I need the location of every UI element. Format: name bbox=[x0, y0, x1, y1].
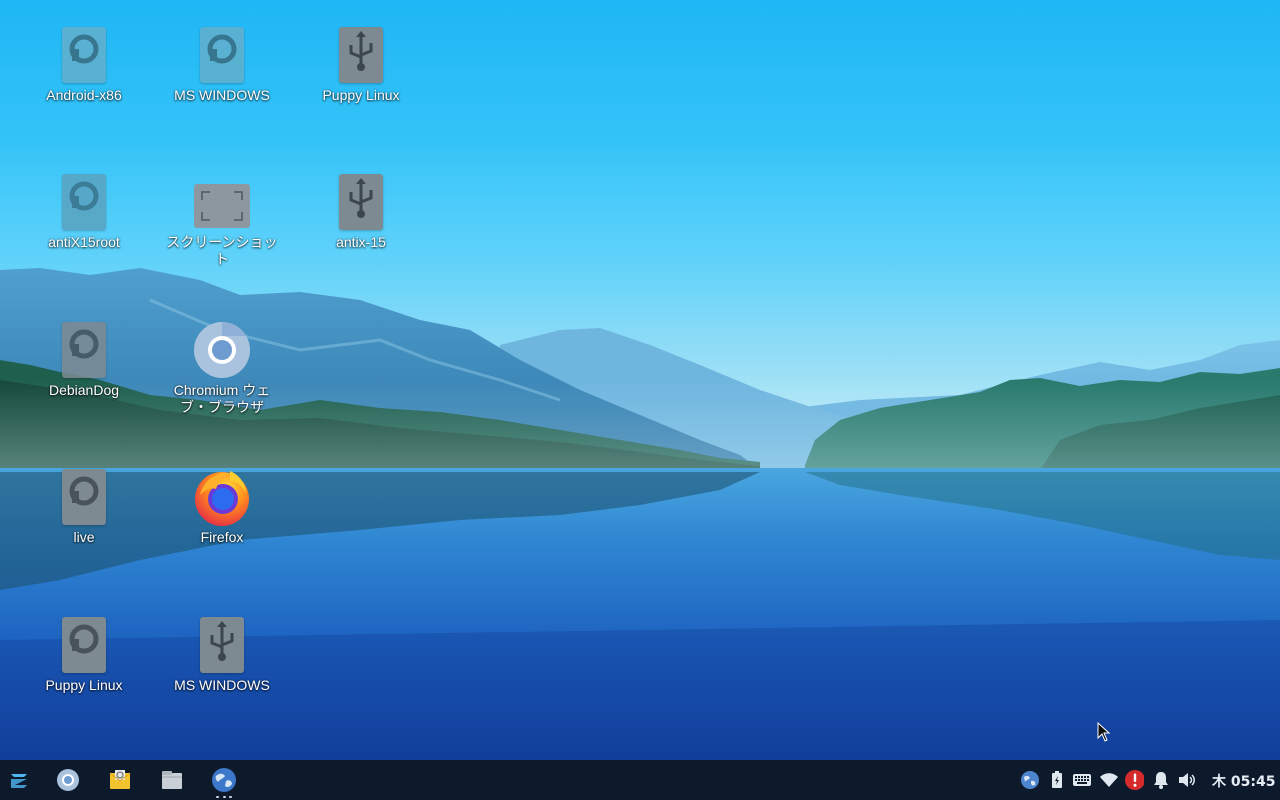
desktop-icon-label: live bbox=[73, 529, 95, 545]
desktop-icon-puppy-linux[interactable]: Puppy Linux bbox=[22, 615, 146, 694]
desktop-icon-label: スクリーンショット bbox=[166, 234, 278, 267]
desktop-icon-screenshots[interactable]: スクリーンショット bbox=[160, 172, 284, 268]
desktop-icon-debiandog[interactable]: DebianDog bbox=[22, 320, 146, 399]
chromium-launcher[interactable] bbox=[52, 764, 84, 796]
files-launcher[interactable] bbox=[156, 764, 188, 796]
web-browser-launcher[interactable] bbox=[208, 764, 240, 796]
desktop-icon-antix15root[interactable]: antiX15root bbox=[22, 172, 146, 251]
notifications-bell-icon bbox=[1154, 772, 1168, 789]
desktop-icon-ms-windows[interactable]: MS WINDOWS bbox=[160, 25, 284, 104]
drive-icon bbox=[62, 469, 106, 525]
battery-icon bbox=[1052, 771, 1062, 788]
desktop-icon-label: antiX15root bbox=[48, 234, 120, 250]
desktop-icon-label: Puppy Linux bbox=[45, 677, 123, 693]
keyboard-button[interactable] bbox=[1072, 770, 1092, 790]
desktop-icon-label: MS WINDOWS bbox=[174, 87, 270, 103]
mail-icon bbox=[109, 770, 131, 789]
drive-icon bbox=[200, 27, 244, 83]
firefox-icon bbox=[195, 471, 249, 526]
desktop-icon-label: antix-15 bbox=[336, 234, 386, 250]
wifi-icon bbox=[1100, 773, 1118, 787]
usb-drive-icon bbox=[200, 617, 244, 673]
desktop-icon-label: DebianDog bbox=[48, 382, 120, 398]
desktop-icon-label: Firefox bbox=[200, 529, 244, 545]
desktop-icon-live[interactable]: live bbox=[22, 467, 146, 546]
battery-button[interactable] bbox=[1047, 770, 1067, 790]
mail-launcher[interactable] bbox=[104, 764, 136, 796]
desktop-icon-ms-windows-usb[interactable]: MS WINDOWS bbox=[160, 615, 284, 694]
network-globe-icon bbox=[1021, 771, 1039, 789]
volume-button[interactable] bbox=[1177, 770, 1197, 790]
chromium-icon bbox=[194, 322, 250, 378]
usb-drive-icon bbox=[339, 174, 383, 230]
web-browser-icon bbox=[212, 768, 236, 792]
chromium-icon bbox=[57, 769, 79, 791]
drive-icon bbox=[62, 27, 106, 83]
desktop-icon-puppy-linux-usb[interactable]: Puppy Linux bbox=[299, 25, 423, 104]
alert-button[interactable] bbox=[1124, 770, 1144, 790]
drive-icon bbox=[62, 617, 106, 673]
wifi-button[interactable] bbox=[1099, 770, 1119, 790]
mouse-cursor-icon bbox=[1097, 722, 1111, 742]
desktop-icon-label: Puppy Linux bbox=[322, 87, 400, 103]
desktop-icon-label: Android-x86 bbox=[46, 87, 122, 103]
alert-icon bbox=[1125, 770, 1144, 790]
usb-drive-icon bbox=[339, 27, 383, 83]
zorin-menu-button[interactable] bbox=[3, 764, 35, 796]
desktop-icon-antix-15[interactable]: antix-15 bbox=[299, 172, 423, 251]
desktop-icon-label: MS WINDOWS bbox=[174, 677, 270, 693]
volume-icon bbox=[1179, 773, 1195, 787]
files-icon bbox=[162, 771, 182, 789]
drive-icon bbox=[62, 174, 106, 230]
desktop-icon-chromium[interactable]: Chromium ウェブ・ブラウザ bbox=[160, 320, 284, 416]
desktop-icon-firefox[interactable]: Firefox bbox=[160, 467, 284, 546]
drive-icon bbox=[62, 322, 106, 378]
taskbar: 木 05:45 bbox=[0, 760, 1280, 800]
zorin-menu-icon bbox=[11, 774, 27, 788]
network-globe-button[interactable] bbox=[1020, 770, 1040, 790]
clock[interactable]: 木 05:45 bbox=[1212, 771, 1275, 791]
desktop-icon-label: Chromium ウェブ・ブラウザ bbox=[173, 382, 271, 415]
screenshot-folder-icon bbox=[194, 184, 250, 228]
keyboard-icon bbox=[1073, 774, 1091, 786]
notifications-button[interactable] bbox=[1151, 770, 1171, 790]
running-indicator bbox=[216, 796, 232, 799]
desktop-icon-android-x86[interactable]: Android-x86 bbox=[22, 25, 146, 104]
